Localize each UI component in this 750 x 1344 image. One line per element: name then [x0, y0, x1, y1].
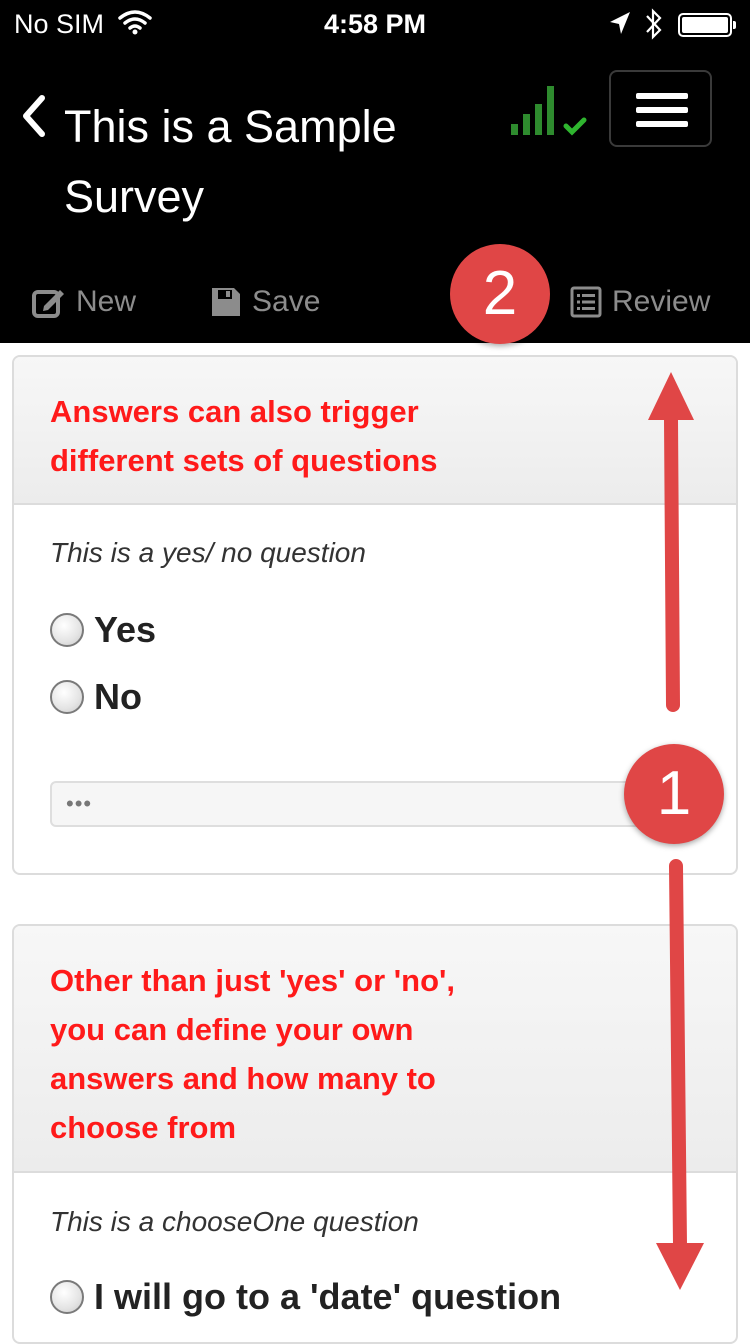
- list-icon: [570, 286, 602, 318]
- option-label: Yes: [94, 609, 157, 650]
- bluetooth-icon: [642, 6, 666, 49]
- menu-bar-icon: [636, 107, 688, 113]
- new-label: New: [76, 285, 137, 318]
- heading-line: choose from: [50, 1110, 237, 1145]
- question-text: This is a yes/ no question: [50, 537, 366, 568]
- save-button[interactable]: Save: [210, 282, 320, 322]
- radio-button[interactable]: [50, 680, 84, 714]
- page-title: This is a Sample Survey: [64, 92, 484, 232]
- panel-heading: Answers can also trigger different sets …: [14, 357, 736, 505]
- signal-strength-icon: [508, 82, 590, 149]
- app-header: This is a Sample Survey New Save Review: [0, 50, 750, 343]
- battery-icon: [678, 13, 736, 37]
- option-no[interactable]: No: [50, 676, 142, 718]
- heading-line: answers and how many to: [50, 1061, 436, 1096]
- option-label: I will go to a 'date' question: [94, 1276, 562, 1317]
- annotation-badge-1: 1: [624, 744, 724, 844]
- heading-line: different sets of questions: [50, 443, 438, 478]
- new-button[interactable]: New: [32, 282, 136, 322]
- save-label: Save: [252, 285, 321, 318]
- option-yes[interactable]: Yes: [50, 609, 156, 651]
- edit-icon: [32, 290, 64, 318]
- panel-heading: Other than just 'yes' or 'no', you can d…: [14, 926, 736, 1173]
- radio-button[interactable]: [50, 1280, 84, 1314]
- review-button[interactable]: Review: [570, 282, 710, 322]
- status-bar: No SIM 4:58 PM: [0, 0, 750, 50]
- title-line-2: Survey: [64, 171, 205, 222]
- floppy-disk-icon: [212, 288, 240, 316]
- question-text: This is a chooseOne question: [50, 1206, 419, 1237]
- question-panel-2: Other than just 'yes' or 'no', you can d…: [12, 924, 738, 1344]
- heading-line: you can define your own: [50, 1012, 414, 1047]
- menu-bar-icon: [636, 93, 688, 99]
- back-chevron-icon[interactable]: [20, 94, 46, 143]
- annotation-badge-2: 2: [450, 244, 550, 344]
- comment-input[interactable]: •••: [50, 781, 646, 827]
- heading-line: Other than just 'yes' or 'no',: [50, 963, 455, 998]
- review-label: Review: [612, 285, 711, 318]
- clock-time: 4:58 PM: [323, 9, 427, 39]
- radio-button[interactable]: [50, 613, 84, 647]
- hamburger-menu-button[interactable]: [609, 70, 712, 147]
- heading-line: Answers can also trigger: [50, 394, 419, 429]
- title-line-1: This is a Sample: [64, 101, 397, 152]
- location-arrow-icon: [608, 10, 632, 45]
- menu-bar-icon: [636, 121, 688, 127]
- option-date[interactable]: I will go to a 'date' question: [50, 1276, 561, 1318]
- option-label: No: [94, 676, 142, 717]
